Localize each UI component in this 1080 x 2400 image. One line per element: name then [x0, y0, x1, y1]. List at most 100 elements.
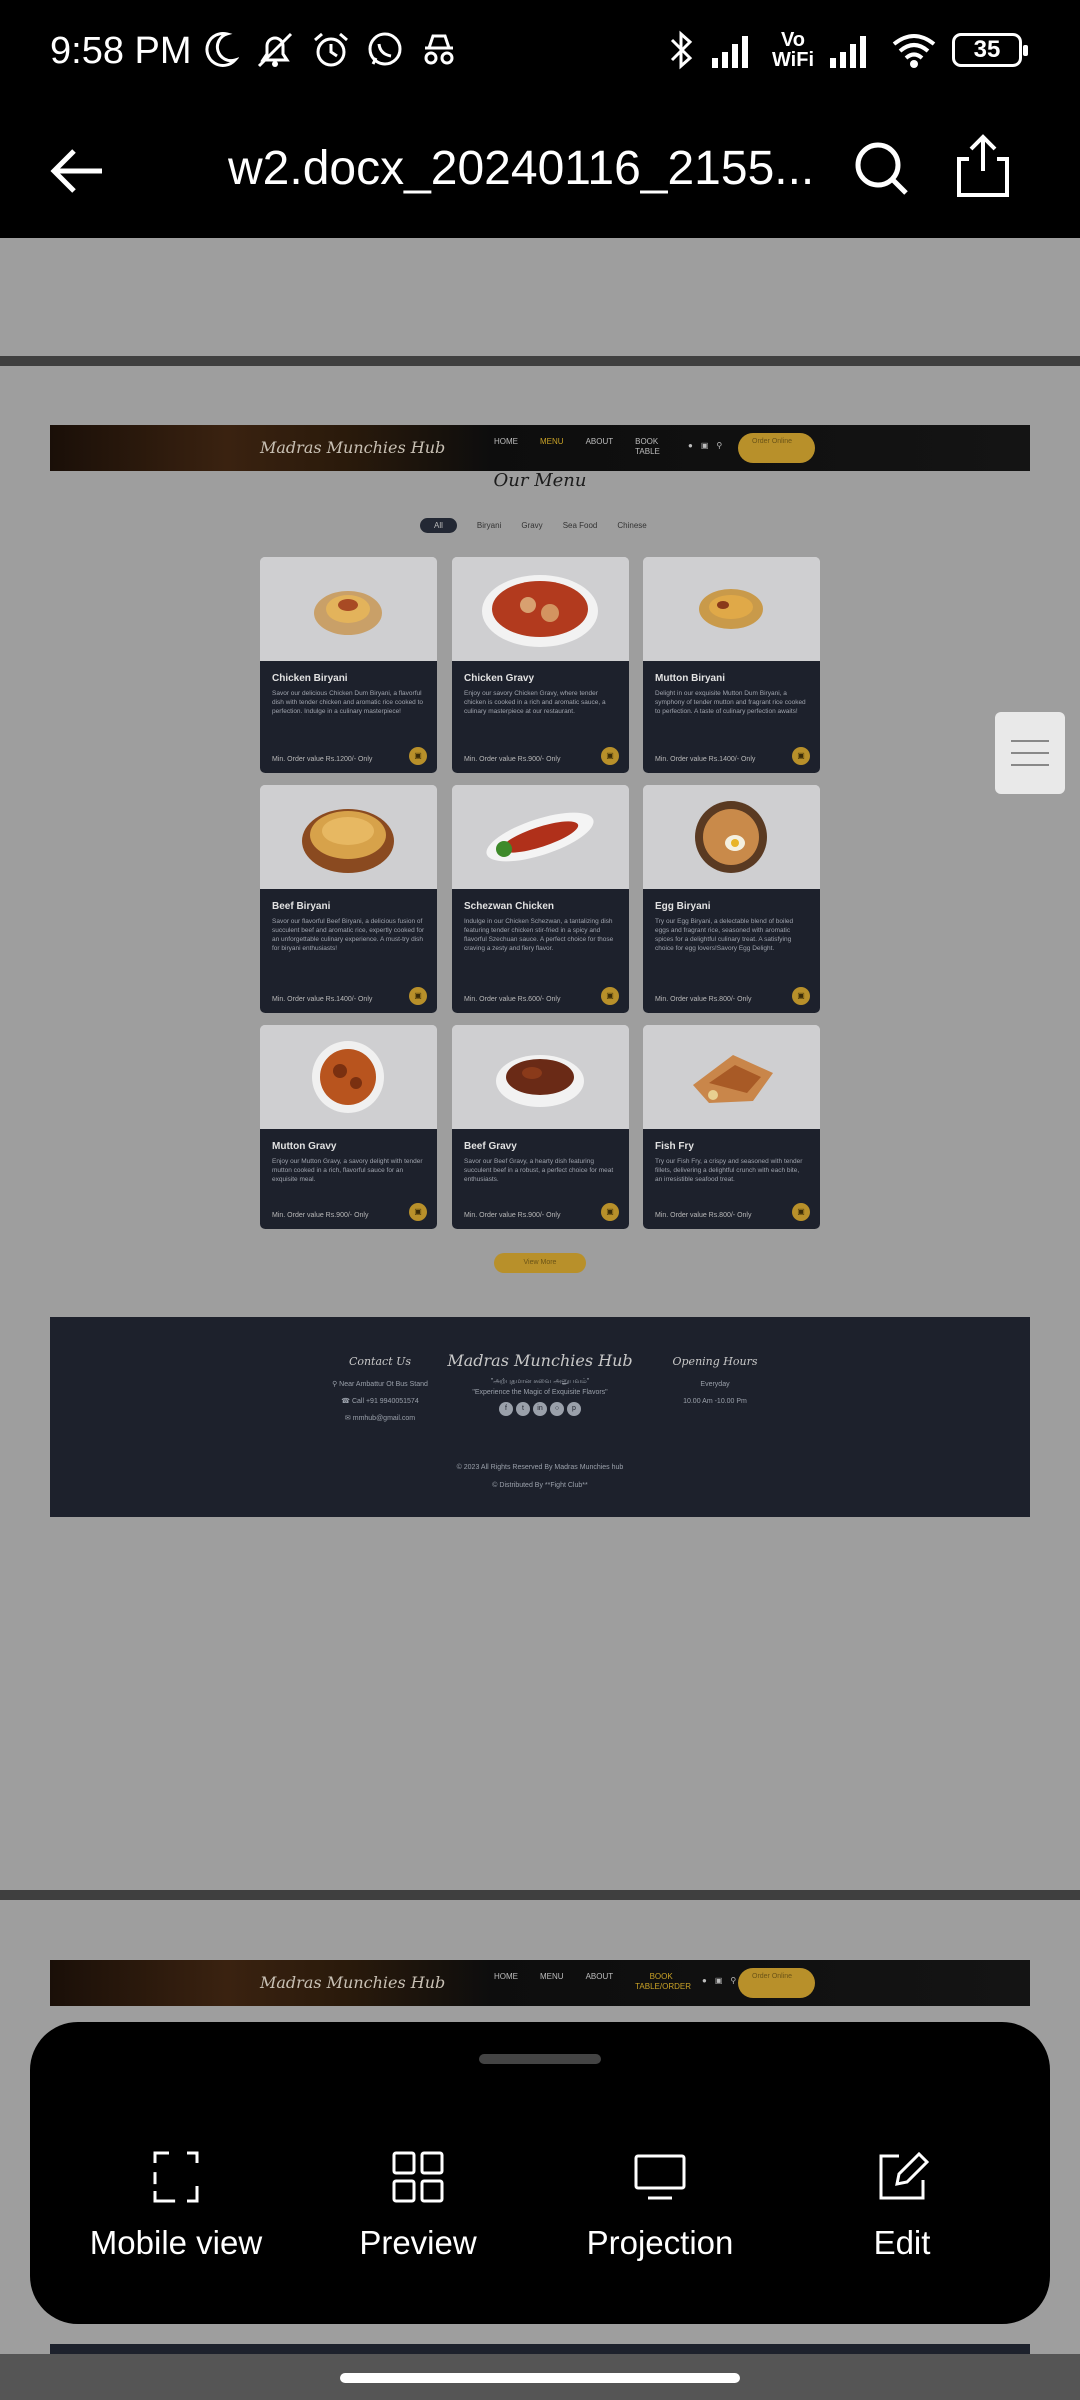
- user-icon[interactable]: ●: [688, 441, 693, 450]
- scroll-handle[interactable]: [995, 712, 1065, 794]
- add-to-cart-icon[interactable]: ▣: [792, 987, 810, 1005]
- dish-name: Mutton Gravy: [272, 1141, 337, 1152]
- share-icon[interactable]: [955, 133, 1011, 199]
- dish-card[interactable]: Mutton Biryani Delight in our exquisite …: [643, 557, 820, 773]
- alarm-icon: [314, 32, 348, 67]
- dish-description: Indulge in our Chicken Schezwan, a tanta…: [464, 918, 614, 952]
- order-online-button[interactable]: Order Online: [738, 433, 815, 463]
- nav-menu[interactable]: MENU: [540, 1972, 564, 1992]
- dish-price: Min. Order value Rs.1200/- Only: [272, 756, 373, 763]
- nav-about[interactable]: ABOUT: [586, 437, 614, 457]
- add-to-cart-icon[interactable]: ▣: [792, 1203, 810, 1221]
- add-to-cart-icon[interactable]: ▣: [409, 1203, 427, 1221]
- instagram-icon[interactable]: ○: [550, 1402, 564, 1416]
- mobile-view-button[interactable]: Mobile view: [56, 2150, 296, 2262]
- dish-name: Beef Biryani: [272, 901, 331, 912]
- footer-copyright: © 2023 All Rights Reserved By Madras Mun…: [456, 1464, 624, 1471]
- edit-button[interactable]: Edit: [782, 2150, 1022, 2262]
- footer-phone-text: Call +91 9940051574: [351, 1398, 419, 1405]
- signal-icon-2: [830, 36, 866, 68]
- dish-card[interactable]: Chicken Gravy Enjoy our savory Chicken G…: [452, 557, 629, 773]
- document-title: w2.docx_20240116_2155...: [228, 142, 815, 195]
- site-nav: HOME MENU ABOUT BOOK TABLE: [494, 437, 661, 457]
- projection-button[interactable]: Projection: [540, 2150, 780, 2262]
- nav-home[interactable]: HOME: [494, 1972, 518, 1992]
- site-footer: Contact Us ⚲ Near Ambattur Ot Bus Stand …: [50, 1317, 1030, 1517]
- dish-description: Try our Fish Fry, a crispy and seasoned …: [655, 1158, 803, 1183]
- site-nav: HOME MENU ABOUT BOOK TABLE/ORDER: [494, 1972, 691, 1992]
- sheet-grab-handle[interactable]: [479, 2054, 601, 2064]
- add-to-cart-icon[interactable]: ▣: [601, 747, 619, 765]
- menu-filters: All Biryani Gravy Sea Food Chinese: [420, 518, 647, 533]
- status-time: 9:58 PM: [50, 30, 192, 72]
- dish-description: Delight in our exquisite Mutton Dum Biry…: [655, 690, 806, 715]
- page-separator: [0, 1890, 1080, 1900]
- dish-image: [260, 785, 437, 889]
- linkedin-icon[interactable]: in: [533, 1402, 547, 1416]
- dish-info: Beef Gravy Savor our Beef Gravy, a heart…: [452, 1129, 629, 1229]
- nav-book-table[interactable]: BOOK TABLE: [635, 437, 661, 457]
- dish-price: Min. Order value Rs.1400/- Only: [655, 756, 756, 763]
- dish-name: Schezwan Chicken: [464, 901, 555, 912]
- add-to-cart-icon[interactable]: ▣: [601, 1203, 619, 1221]
- dish-image: [643, 557, 820, 661]
- view-more-button[interactable]: View More: [494, 1253, 586, 1273]
- dish-name: Chicken Gravy: [464, 673, 535, 684]
- dish-card[interactable]: Beef Gravy Savor our Beef Gravy, a heart…: [452, 1025, 629, 1229]
- cart-icon[interactable]: ▣: [715, 1976, 723, 1985]
- order-online-button[interactable]: Order Online: [738, 1968, 815, 1998]
- search-icon-site[interactable]: ⚲: [716, 441, 722, 450]
- header-icons: ● ▣ ⚲: [702, 1976, 736, 1985]
- filter-sea-food[interactable]: Sea Food: [563, 521, 598, 530]
- filter-gravy[interactable]: Gravy: [521, 521, 542, 530]
- add-to-cart-icon[interactable]: ▣: [409, 747, 427, 765]
- dish-card[interactable]: Schezwan Chicken Indulge in our Chicken …: [452, 785, 629, 1013]
- dish-info: Mutton Biryani Delight in our exquisite …: [643, 661, 820, 773]
- dish-image: [643, 785, 820, 889]
- user-icon[interactable]: ●: [702, 1976, 707, 1985]
- dish-card[interactable]: Beef Biryani Savor our flavorful Beef Bi…: [260, 785, 437, 1013]
- bottom-sheet: Mobile view Preview Projection Edit: [30, 2022, 1050, 2324]
- footer-hours-days: Everyday: [700, 1381, 730, 1388]
- twitter-icon[interactable]: t: [516, 1402, 530, 1416]
- add-to-cart-icon[interactable]: ▣: [792, 747, 810, 765]
- footer-address: ⚲ Near Ambattur Ot Bus Stand: [300, 1376, 460, 1393]
- add-to-cart-icon[interactable]: ▣: [601, 987, 619, 1005]
- dish-card[interactable]: Egg Biryani Try our Egg Biryani, a delec…: [643, 785, 820, 1013]
- status-left-icons: [205, 30, 459, 70]
- dish-image: [643, 1025, 820, 1129]
- dish-name: Beef Gravy: [464, 1141, 517, 1152]
- nav-book-table-order[interactable]: BOOK TABLE/ORDER: [635, 1972, 691, 1992]
- dish-price: Min. Order value Rs.600/- Only: [464, 996, 561, 1003]
- phone-icon: ☎: [341, 1398, 352, 1405]
- search-icon[interactable]: [852, 139, 912, 199]
- preview-button[interactable]: Preview: [298, 2150, 538, 2262]
- nav-about[interactable]: ABOUT: [586, 1972, 614, 1992]
- bell-off-icon: [257, 32, 293, 68]
- dish-card[interactable]: Chicken Biryani Savor our delicious Chic…: [260, 557, 437, 773]
- footer-address-text: Near Ambattur Ot Bus Stand: [339, 1381, 428, 1388]
- pinterest-icon[interactable]: p: [567, 1402, 581, 1416]
- cart-icon[interactable]: ▣: [701, 441, 709, 450]
- dish-card[interactable]: Mutton Gravy Enjoy our Mutton Gravy, a s…: [260, 1025, 437, 1229]
- footer-tagline: "Experience the Magic of Exquisite Flavo…: [472, 1389, 608, 1396]
- mobile-view-label: Mobile view: [89, 2224, 263, 2261]
- footer-brand-name: Madras Munchies Hub: [447, 1351, 633, 1370]
- footer-email: ✉ mmhub@gmail.com: [300, 1410, 460, 1427]
- gesture-handle[interactable]: [340, 2373, 740, 2383]
- facebook-icon[interactable]: f: [499, 1402, 513, 1416]
- filter-biryani[interactable]: Biryani: [477, 521, 501, 530]
- dish-name: Egg Biryani: [655, 901, 711, 912]
- filter-all[interactable]: All: [420, 518, 457, 533]
- search-icon-site[interactable]: ⚲: [730, 1976, 736, 1985]
- back-arrow-icon[interactable]: [44, 141, 108, 201]
- site-logo[interactable]: Madras Munchies Hub: [260, 1973, 445, 1992]
- site-logo[interactable]: Madras Munchies Hub: [260, 438, 445, 457]
- add-to-cart-icon[interactable]: ▣: [409, 987, 427, 1005]
- filter-chinese[interactable]: Chinese: [617, 521, 646, 530]
- nav-home[interactable]: HOME: [494, 437, 518, 457]
- mail-icon: ✉: [344, 1415, 353, 1422]
- edit-icon: [879, 2151, 929, 2200]
- nav-menu[interactable]: MENU: [540, 437, 564, 457]
- dish-card[interactable]: Fish Fry Try our Fish Fry, a crispy and …: [643, 1025, 820, 1229]
